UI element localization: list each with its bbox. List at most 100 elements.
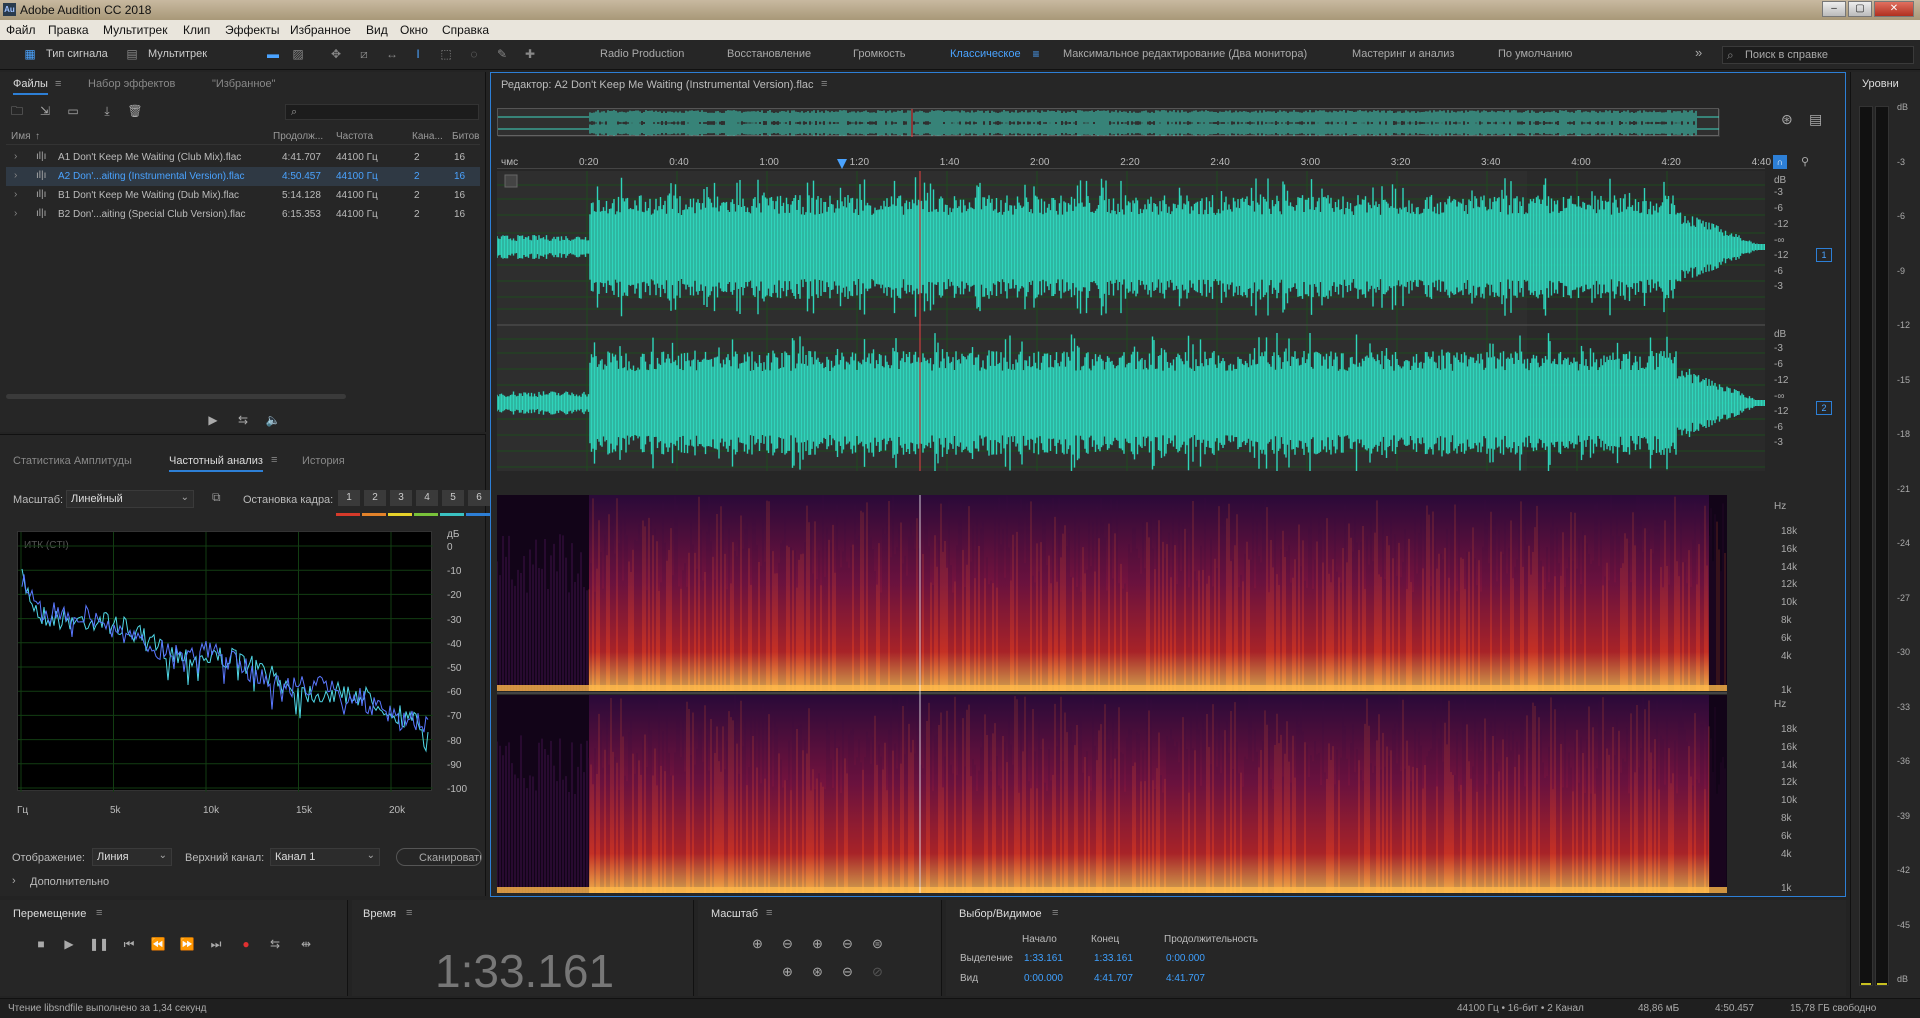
overview-bar[interactable]	[497, 108, 1720, 137]
panel-menu-icon[interactable]: ≡	[271, 454, 277, 466]
razor-tool-icon[interactable]: ⧄	[356, 47, 372, 61]
freeze-button-3[interactable]: 3	[390, 490, 412, 506]
spectral-display-icon[interactable]: ▨	[290, 47, 306, 61]
tab-amplitude-stats[interactable]: Статистика Амплитуды	[13, 455, 132, 467]
panel-menu-icon[interactable]: ≡	[406, 907, 412, 919]
fast-forward-icon[interactable]: ⏩	[176, 935, 198, 953]
freeze-button-4[interactable]: 4	[416, 490, 438, 506]
minimize-button[interactable]: –	[1822, 1, 1846, 17]
selection-start[interactable]: 1:33.161	[1024, 953, 1063, 964]
multitrack-view-button[interactable]: Мультитрек	[148, 48, 207, 60]
panel-menu-icon[interactable]: ≡	[1052, 907, 1058, 919]
zoom-out-amplitude-icon[interactable]: ⊖	[782, 936, 793, 952]
channel-2-badge[interactable]: 2	[1816, 401, 1832, 415]
menu-favorites[interactable]: Избранное	[290, 23, 351, 37]
advanced-toggle[interactable]: Дополнительно	[30, 876, 109, 888]
zoom-in-time-icon[interactable]: ⊕	[812, 936, 823, 952]
zoom-out-full-icon[interactable]: ⊜	[872, 936, 883, 952]
time-ruler[interactable]: чмс 0:20 0:40 1:00 1:20 1:40 2:00 2:20 2:40 3:00…	[497, 153, 1771, 169]
zoom-in-amplitude-icon[interactable]: ⊕	[752, 936, 763, 952]
record-icon[interactable]: ●	[235, 935, 257, 953]
waveform-view[interactable]	[497, 171, 1765, 471]
tab-files[interactable]: Файлы	[13, 78, 48, 95]
panel-menu-icon[interactable]: ≡	[821, 78, 827, 90]
menu-file[interactable]: Файл	[6, 23, 36, 37]
help-search-box[interactable]: ⌕ Поиск в справке	[1722, 46, 1914, 64]
workspace-default[interactable]: По умолчанию	[1498, 48, 1572, 60]
scale-select[interactable]: Линейный ⌄	[66, 490, 194, 508]
column-channels[interactable]: Кана...	[412, 131, 443, 142]
view-start[interactable]: 0:00.000	[1024, 973, 1063, 984]
expand-icon[interactable]: ›	[14, 151, 17, 162]
panel-menu-icon[interactable]: ≡	[96, 907, 102, 919]
menu-window[interactable]: Окно	[400, 23, 428, 37]
delete-icon[interactable]: 🗑	[124, 102, 146, 120]
move-tool-icon[interactable]: ✥	[328, 47, 344, 61]
menu-effects[interactable]: Эффекты	[225, 23, 280, 37]
import-icon[interactable]: ⇲	[34, 102, 56, 120]
selection-duration[interactable]: 0:00.000	[1166, 953, 1205, 964]
close-button[interactable]: ✕	[1874, 1, 1914, 17]
tab-favorites[interactable]: "Избранное"	[212, 78, 276, 90]
workspace-max-edit[interactable]: Максимальное редактирование (Два монитор…	[1063, 48, 1307, 60]
workspace-radio-production[interactable]: Radio Production	[600, 48, 684, 60]
file-row[interactable]: › ıl|ı B2 Don'...aiting (Special Club Ve…	[6, 205, 480, 224]
panel-menu-icon[interactable]: ≡	[766, 907, 772, 919]
zoom-selection-icon[interactable]: ⊛	[812, 964, 823, 980]
zoom-in-point-icon[interactable]: ⊕	[782, 964, 793, 980]
expand-icon[interactable]: ›	[14, 170, 17, 181]
loop-preview-icon[interactable]: ⇆	[232, 411, 254, 429]
zoom-to-selection-icon[interactable]: ⊛	[1781, 111, 1793, 128]
expand-icon[interactable]: ›	[14, 189, 17, 200]
tab-history[interactable]: История	[302, 455, 345, 467]
workspace-mastering[interactable]: Мастеринг и анализ	[1352, 48, 1454, 60]
slip-tool-icon[interactable]: ↔	[384, 47, 400, 61]
stop-icon[interactable]: ■	[30, 935, 52, 953]
files-scrollbar[interactable]	[6, 394, 346, 399]
channel-1-badge[interactable]: 1	[1816, 248, 1832, 262]
tab-frequency-analysis[interactable]: Частотный анализ	[169, 455, 263, 472]
spectral-view[interactable]	[497, 495, 1765, 893]
file-row[interactable]: › ıl|ı A2 Don'...aiting (Instrumental Ve…	[6, 167, 480, 186]
selection-end[interactable]: 1:33.161	[1094, 953, 1133, 964]
freeze-button-5[interactable]: 5	[442, 490, 464, 506]
rewind-icon[interactable]: ⏪	[147, 935, 169, 953]
marquee-tool-icon[interactable]: ⬚	[438, 47, 454, 61]
files-search-input[interactable]: ⌕	[285, 104, 479, 120]
scan-button[interactable]: Сканировать	[396, 848, 482, 866]
skip-selection-icon[interactable]: ⇹	[295, 935, 317, 953]
view-duration[interactable]: 4:41.707	[1166, 973, 1205, 984]
file-row[interactable]: › ıl|ı B1 Don't Keep Me Waiting (Dub Mix…	[6, 186, 480, 205]
freeze-button-2[interactable]: 2	[364, 490, 386, 506]
expand-icon[interactable]: ›	[12, 875, 16, 887]
go-to-start-icon[interactable]: ⏮	[118, 935, 140, 953]
insert-icon[interactable]: ⤓	[96, 102, 118, 120]
menu-multitrack[interactable]: Мультитрек	[103, 23, 167, 37]
copy-icon[interactable]: ⧉	[212, 490, 221, 505]
menu-edit[interactable]: Правка	[48, 23, 89, 37]
panel-options-icon[interactable]: ▤	[1809, 111, 1822, 128]
pin-icon[interactable]: ⚲	[1801, 155, 1809, 168]
channel-select[interactable]: Канал 1 ⌄	[270, 848, 380, 866]
view-end[interactable]: 4:41.707	[1094, 973, 1133, 984]
column-name[interactable]: Имя	[11, 131, 30, 142]
expand-icon[interactable]: ›	[14, 208, 17, 219]
spot-healing-tool-icon[interactable]: ✚	[522, 47, 538, 61]
workspace-classic[interactable]: Классическое	[950, 48, 1021, 60]
menu-help[interactable]: Справка	[442, 23, 489, 37]
workspace-loudness[interactable]: Громкость	[853, 48, 905, 60]
pause-icon[interactable]: ❚❚	[88, 935, 110, 953]
column-bits[interactable]: Битов	[452, 131, 480, 142]
open-file-icon[interactable]: 🗀	[6, 102, 28, 120]
maximize-button[interactable]: ▢	[1848, 1, 1872, 17]
menu-clip[interactable]: Клип	[183, 23, 210, 37]
autoplay-icon[interactable]: 🔈	[262, 411, 284, 429]
time-selection-tool-icon[interactable]: I	[410, 47, 426, 61]
workspace-menu-icon[interactable]: ≡	[1028, 47, 1044, 61]
brush-tool-icon[interactable]: ✎	[494, 47, 510, 61]
more-workspaces-button[interactable]: »	[1695, 45, 1702, 60]
menu-view[interactable]: Вид	[366, 23, 388, 37]
zoom-out-time-icon[interactable]: ⊖	[842, 936, 853, 952]
column-duration[interactable]: Продолж...	[273, 131, 323, 142]
column-rate[interactable]: Частота	[336, 131, 373, 142]
